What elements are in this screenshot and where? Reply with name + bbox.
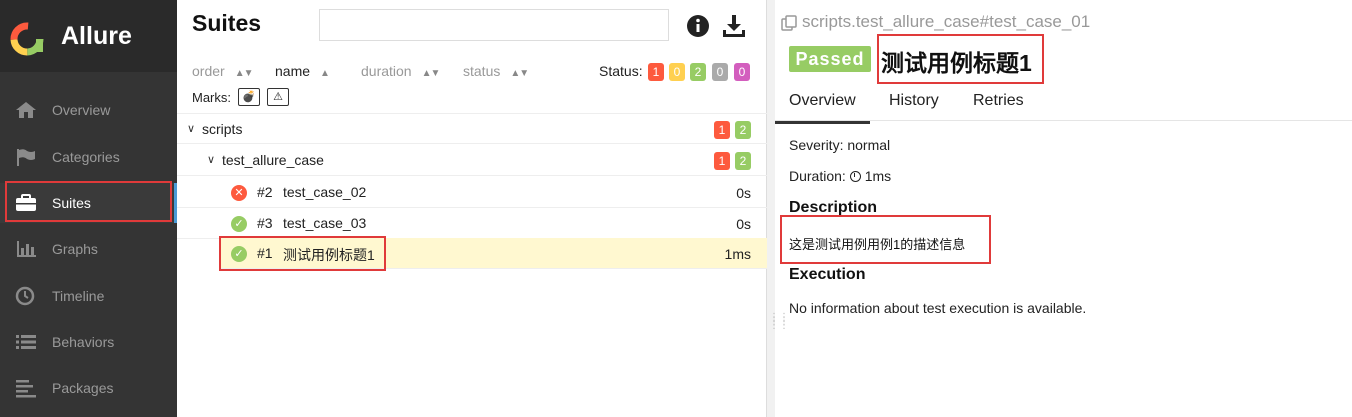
sort-bar: order ▲▼ name ▲ duration ▲▼ status ▲▼ Status… xyxy=(177,58,767,86)
download-icon[interactable] xyxy=(722,14,746,38)
clock-icon xyxy=(15,286,35,306)
duration-label: Duration: xyxy=(789,168,846,184)
allure-logo-icon xyxy=(10,22,44,56)
sort-icon: ▲▼ xyxy=(510,68,529,79)
sidebar: Allure Overview Categories Suites Graphs… xyxy=(0,0,177,417)
group-passed-count: 2 xyxy=(735,152,751,170)
group-passed-count: 2 xyxy=(735,121,751,139)
sidebar-item-packages[interactable]: Packages xyxy=(0,368,177,408)
sidebar-item-label: Behaviors xyxy=(52,334,115,350)
sidebar-item-label: Graphs xyxy=(52,241,98,257)
test-case-number: #2 xyxy=(257,184,273,200)
status-filter-skipped[interactable]: 0 xyxy=(712,63,728,81)
status-badge: Passed xyxy=(789,46,871,72)
marks-label: Marks: xyxy=(192,90,231,105)
sort-label: order xyxy=(192,63,225,79)
sort-label: status xyxy=(463,63,501,79)
test-case-number: #3 xyxy=(257,215,273,231)
status-filter-unknown[interactable]: 0 xyxy=(734,63,750,81)
execution-text: No information about test execution is a… xyxy=(789,300,1087,316)
sort-label: name xyxy=(275,63,311,79)
status-filter-passed[interactable]: 2 xyxy=(690,63,706,81)
highlight-box xyxy=(5,181,172,222)
status-filter-failed[interactable]: 1 xyxy=(648,63,664,81)
sidebar-item-label: Timeline xyxy=(52,288,105,304)
chevron-down-icon: ∨ xyxy=(187,123,196,135)
duration-value: 1ms xyxy=(864,168,892,184)
test-detail-pane: scripts.test_allure_case#test_case_01 Pa… xyxy=(775,0,1352,417)
sort-label: duration xyxy=(361,63,412,79)
sidebar-item-graphs[interactable]: Graphs xyxy=(0,229,177,269)
failed-status-icon: ✕ xyxy=(231,185,247,201)
highlight-box xyxy=(219,236,386,271)
flag-icon xyxy=(17,149,35,166)
test-case-duration: 0s xyxy=(736,216,751,232)
test-case-duration: 1ms xyxy=(724,246,751,262)
group-name: scripts xyxy=(202,121,243,137)
highlight-box xyxy=(877,34,1044,84)
group-name: test_allure_case xyxy=(222,152,324,168)
warning-icon[interactable]: ⚠ xyxy=(267,88,289,106)
duration-info: Duration: 1ms xyxy=(789,168,891,184)
sidebar-item-label: Categories xyxy=(52,149,120,165)
flaky-bomb-icon[interactable]: 💣 xyxy=(238,88,260,106)
test-case-row[interactable]: ✓ #3 test_case_03 0s xyxy=(177,208,767,239)
test-case-name: test_case_02 xyxy=(283,184,367,200)
page-title: Suites xyxy=(192,10,262,36)
search-input[interactable] xyxy=(319,9,669,41)
tab-history[interactable]: History xyxy=(889,92,939,110)
sort-icon: ▲▼ xyxy=(421,68,441,79)
info-icon[interactable] xyxy=(686,14,710,38)
sidebar-item-label: Overview xyxy=(52,102,111,118)
sidebar-item-overview[interactable]: Overview xyxy=(0,90,177,130)
sidebar-item-label: Packages xyxy=(52,380,114,396)
group-failed-count: 1 xyxy=(714,121,730,139)
sort-duration[interactable]: duration ▲▼ xyxy=(361,63,441,79)
tab-retries[interactable]: Retries xyxy=(973,92,1024,110)
home-icon xyxy=(16,102,36,118)
chevron-down-icon: ∨ xyxy=(207,154,216,166)
sort-status[interactable]: status ▲▼ xyxy=(463,63,529,79)
severity-label: Severity: normal xyxy=(789,137,891,153)
marks-filter: Marks: 💣 ⚠ xyxy=(192,88,289,106)
list-icon xyxy=(16,335,36,349)
brand-header[interactable]: Allure xyxy=(0,0,177,72)
copy-icon[interactable] xyxy=(781,15,797,31)
brand-name: Allure xyxy=(61,22,132,50)
tree-group-scripts[interactable]: ∨ scripts 1 2 xyxy=(177,113,767,144)
sidebar-item-behaviors[interactable]: Behaviors xyxy=(0,322,177,362)
status-filter-label: Status: xyxy=(599,63,643,79)
test-case-row[interactable]: ✕ #2 test_case_02 0s xyxy=(177,177,767,208)
sidebar-item-timeline[interactable]: Timeline xyxy=(0,276,177,316)
sidebar-item-categories[interactable]: Categories xyxy=(0,137,177,177)
highlight-box xyxy=(780,215,991,264)
tab-divider xyxy=(775,120,1352,121)
pane-splitter[interactable]: ⋮⋮ ⋮⋮ ⋮⋮ xyxy=(767,0,789,417)
sort-order[interactable]: order ▲▼ xyxy=(192,63,254,79)
test-case-name: test_case_03 xyxy=(283,215,367,231)
execution-heading: Execution xyxy=(789,266,866,283)
sort-icon: ▲▼ xyxy=(234,68,254,79)
tab-overview[interactable]: Overview xyxy=(775,92,870,124)
bar-chart-icon xyxy=(17,241,36,257)
suites-pane: Suites order ▲▼ name ▲ duration ▲▼ status ▲▼… xyxy=(177,0,767,417)
align-left-icon xyxy=(16,380,36,398)
sort-name[interactable]: name ▲ xyxy=(275,63,330,79)
test-case-duration: 0s xyxy=(736,185,751,201)
status-filter-broken[interactable]: 0 xyxy=(669,63,685,81)
tree-group-test-allure-case[interactable]: ∨ test_allure_case 1 2 xyxy=(177,145,767,176)
breadcrumb: scripts.test_allure_case#test_case_01 xyxy=(802,12,1091,31)
clock-icon xyxy=(849,171,861,182)
group-failed-count: 1 xyxy=(714,152,730,170)
passed-status-icon: ✓ xyxy=(231,216,247,232)
sort-up-icon: ▲ xyxy=(320,68,330,79)
